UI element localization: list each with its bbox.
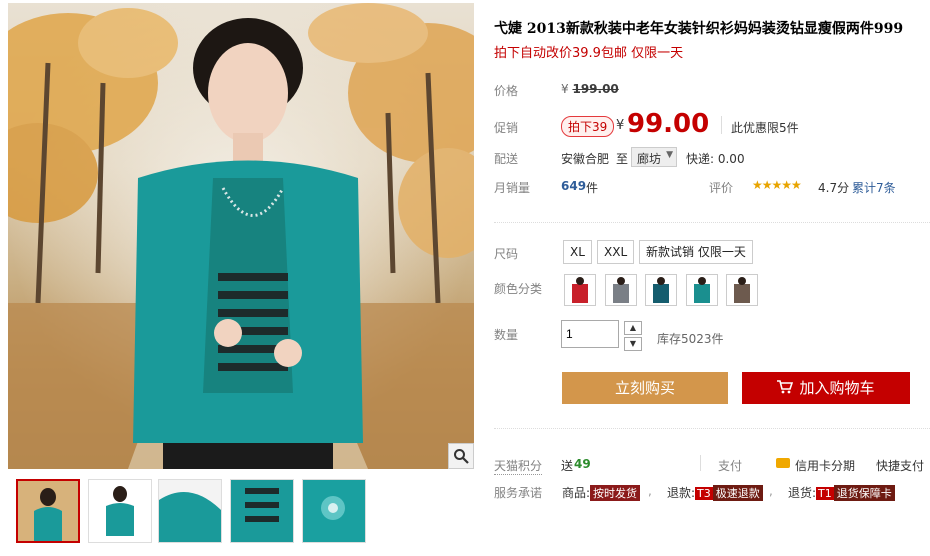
promo-note: 此优惠限5件 <box>731 121 799 135</box>
service-label: 服务承诺 <box>494 486 543 500</box>
monthly-sales-unit: 件 <box>586 181 599 195</box>
swatch-fill <box>734 284 750 303</box>
color-option-teal[interactable] <box>686 274 718 306</box>
currency-symbol: ¥ <box>561 82 569 96</box>
cart-icon <box>777 373 794 405</box>
monthly-sales-count: 649 <box>561 179 587 193</box>
color-option-red[interactable] <box>564 274 596 306</box>
product-title: 弋婕 2013新款秋装中老年女装针织衫妈妈装烫钻显瘦假两件999 <box>494 21 904 37</box>
swatch-head <box>698 277 706 285</box>
return-guarantee-badge[interactable]: 退货保障卡 <box>833 485 895 501</box>
color-label: 颜色分类 <box>494 282 543 296</box>
destination-select[interactable]: 廊坊 ▼ <box>631 147 677 167</box>
express-fee: 快递: 0.00 <box>686 152 745 166</box>
swatch-head <box>657 277 665 285</box>
shipping-label: 配送 <box>494 152 519 166</box>
quick-pay[interactable]: 快捷支付 <box>876 457 924 474</box>
quantity-increase-button[interactable]: ▲ <box>624 321 642 335</box>
thumbnail-1[interactable] <box>16 479 80 543</box>
price-label: 价格 <box>494 84 519 98</box>
refund-label: 退款: <box>667 486 696 500</box>
divider <box>721 116 722 134</box>
review-count-link[interactable]: 累计7条 <box>852 179 896 196</box>
points-prefix: 送 <box>561 459 574 473</box>
t3-icon: T3 <box>695 487 713 500</box>
rating-stars-icon: ★★★★★ <box>752 178 802 192</box>
quantity-input[interactable] <box>561 320 619 348</box>
current-price: 99.00 <box>627 109 710 139</box>
original-price: ¥ 199.00 <box>561 82 619 96</box>
quantity-label: 数量 <box>494 328 519 342</box>
swatch-head <box>738 277 746 285</box>
stock-count: 库存5023件 <box>657 332 724 346</box>
dot-separator-2: , <box>769 484 773 498</box>
product-photo <box>8 3 474 469</box>
size-option-xxl[interactable]: XXL <box>597 240 635 264</box>
payment-label: 支付 <box>718 459 743 473</box>
original-price-value: 199.00 <box>572 82 619 96</box>
section-divider <box>494 222 930 223</box>
zoom-icon[interactable] <box>448 443 474 469</box>
rating-score: 4.7分 <box>818 181 850 195</box>
size-option-xl[interactable]: XL <box>563 240 592 264</box>
swatch-fill <box>613 284 629 303</box>
size-label: 尺码 <box>494 247 519 261</box>
add-to-cart-label: 加入购物车 <box>799 379 875 397</box>
t1-icon: T1 <box>816 487 834 500</box>
section-divider-2 <box>494 428 930 429</box>
swatch-fill <box>694 284 710 303</box>
color-option-dark-teal[interactable] <box>645 274 677 306</box>
ship-from: 安徽合肥 <box>561 152 610 166</box>
add-to-cart-button[interactable]: 加入购物车 <box>742 372 910 404</box>
service-refund: 退款: T3 极速退款 <box>667 484 763 501</box>
swatch-fill <box>572 284 588 303</box>
fast-refund-badge[interactable]: 极速退款 <box>712 485 763 501</box>
current-currency: ¥ <box>616 118 625 133</box>
thumbnail-4[interactable] <box>230 479 294 543</box>
main-product-image[interactable] <box>8 3 474 469</box>
return-label: 退货: <box>788 486 817 500</box>
thumbnail-5[interactable] <box>302 479 366 543</box>
swatch-fill <box>653 284 669 303</box>
color-option-brown[interactable] <box>726 274 758 306</box>
chevron-down-icon: ▼ <box>666 150 673 160</box>
dot-separator: , <box>648 484 652 498</box>
size-option-trial[interactable]: 新款试销 仅限一天 <box>639 240 753 264</box>
promo-tag: 拍下39 <box>561 116 615 137</box>
service-goods: 商品: 按时发货 <box>562 484 641 501</box>
quantity-decrease-button[interactable]: ▼ <box>624 337 642 351</box>
goods-label: 商品: <box>562 486 591 500</box>
thumbnail-2[interactable] <box>88 479 152 543</box>
tmall-points-label[interactable]: 天猫积分 <box>494 457 543 475</box>
buy-now-button[interactable]: 立刻购买 <box>562 372 728 404</box>
divider <box>700 455 701 471</box>
points-value: 49 <box>574 457 591 471</box>
service-return: 退货: T1 退货保障卡 <box>788 484 895 501</box>
swatch-head <box>576 277 584 285</box>
rating-label: 评价 <box>709 181 734 195</box>
color-option-grey[interactable] <box>605 274 637 306</box>
promo-label: 促销 <box>494 121 519 135</box>
swatch-head <box>617 277 625 285</box>
destination-value: 廊坊 <box>637 152 662 166</box>
ship-to-word: 至 <box>616 152 629 166</box>
credit-card-icon <box>776 458 790 468</box>
thumbnail-3[interactable] <box>158 479 222 543</box>
credit-installment[interactable]: 信用卡分期 <box>795 457 855 474</box>
product-subtitle: 拍下自动改价39.9包邮 仅限一天 <box>494 46 684 61</box>
monthly-sales-label: 月销量 <box>494 181 531 195</box>
on-time-delivery-badge[interactable]: 按时发货 <box>590 485 641 501</box>
